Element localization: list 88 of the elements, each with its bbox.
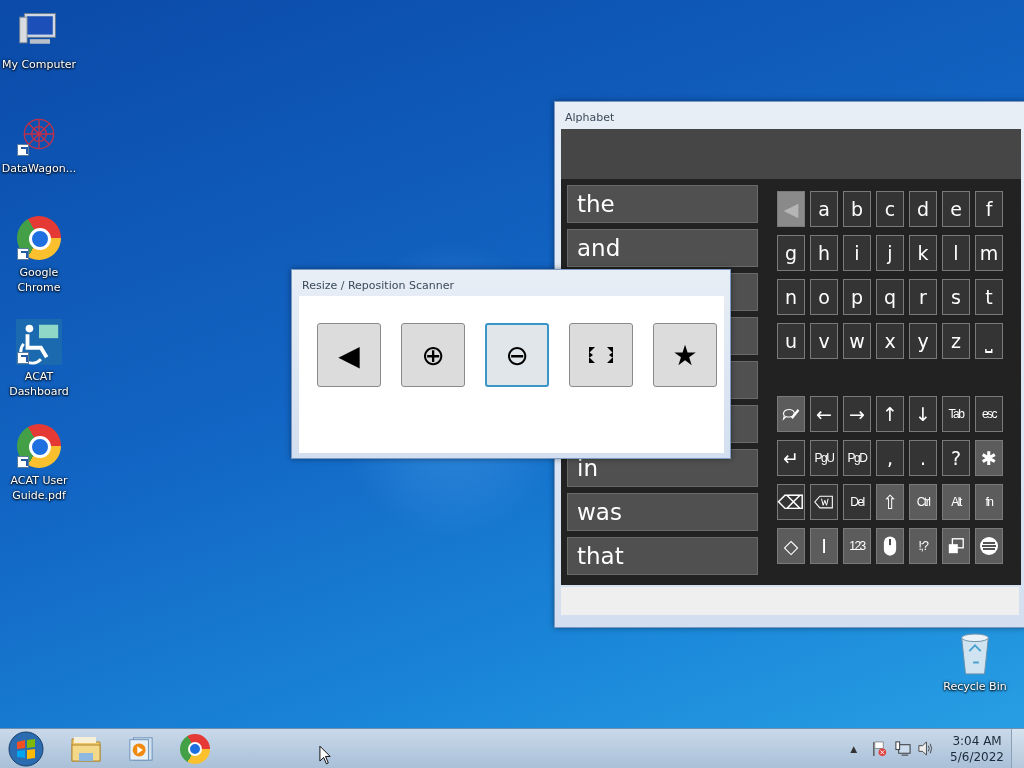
key[interactable]: Del — [843, 484, 871, 520]
key[interactable]: ⇧ — [876, 484, 904, 520]
key[interactable]: PgD — [843, 440, 871, 476]
key[interactable]: ⌫ — [777, 484, 805, 520]
key[interactable]: t — [975, 279, 1003, 315]
key[interactable]: v — [810, 323, 838, 359]
scanner-button[interactable]: ⊖ — [485, 323, 549, 387]
key[interactable]: ⎵ — [975, 323, 1003, 359]
key[interactable]: l — [942, 235, 970, 271]
network-icon[interactable] — [894, 740, 912, 757]
key[interactable]: Tab — [942, 396, 970, 432]
word-suggestion[interactable]: was — [567, 493, 758, 531]
key[interactable]: ← — [810, 396, 838, 432]
key[interactable]: PgU — [810, 440, 838, 476]
key[interactable] — [876, 528, 904, 564]
scanner-button[interactable] — [569, 323, 633, 387]
clock-time[interactable]: 3:04 AM — [952, 732, 1002, 749]
media-player-icon[interactable] — [128, 735, 154, 762]
cursor-icon — [319, 745, 332, 766]
word-suggestion[interactable]: that — [567, 537, 758, 575]
desktop-icon-label[interactable]: ACAT User Guide.pdf — [0, 473, 78, 503]
key[interactable] — [810, 484, 838, 520]
flag-icon[interactable] — [871, 740, 889, 757]
key[interactable]: a — [810, 191, 838, 227]
desktop-icon-label[interactable]: My Computer — [0, 57, 78, 72]
key[interactable]: , — [876, 440, 904, 476]
key[interactable]: p — [843, 279, 871, 315]
key[interactable]: j — [876, 235, 904, 271]
key[interactable]: ↵ — [777, 440, 805, 476]
window-title: Resize / Reposition Scanner — [302, 279, 454, 293]
scanner-button[interactable]: ⊕ — [401, 323, 465, 387]
show-hidden-icons-button[interactable]: ▲ — [850, 743, 858, 754]
key[interactable]: q — [876, 279, 904, 315]
key[interactable]: e — [942, 191, 970, 227]
key[interactable] — [975, 528, 1003, 564]
speaker-icon[interactable] — [917, 740, 935, 757]
fullscreen-icon — [589, 347, 613, 363]
key[interactable]: f — [975, 191, 1003, 227]
chrome-icon[interactable] — [180, 733, 210, 764]
key[interactable]: . — [909, 440, 937, 476]
key[interactable]: o — [810, 279, 838, 315]
key[interactable]: k — [909, 235, 937, 271]
key[interactable]: d — [909, 191, 937, 227]
menu-icon — [979, 536, 999, 556]
scanner-button[interactable]: ★ — [653, 323, 717, 387]
key[interactable]: 123 — [843, 528, 871, 564]
key[interactable]: I — [810, 528, 838, 564]
key[interactable]: !;? — [909, 528, 937, 564]
key[interactable]: esc — [975, 396, 1003, 432]
key[interactable]: ✱ — [975, 440, 1003, 476]
word-suggestion[interactable]: the — [567, 185, 758, 223]
key[interactable]: g — [777, 235, 805, 271]
key[interactable] — [777, 396, 805, 432]
key[interactable]: n — [777, 279, 805, 315]
key[interactable]: r — [909, 279, 937, 315]
window-title: Alphabet — [565, 111, 615, 125]
key[interactable]: ↓ — [909, 396, 937, 432]
key[interactable]: h — [810, 235, 838, 271]
key[interactable]: w — [843, 323, 871, 359]
key[interactable]: ◇ — [777, 528, 805, 564]
key[interactable]: u — [777, 323, 805, 359]
desktop-icon-label[interactable]: ACAT Dashboard — [0, 369, 78, 399]
key[interactable]: i — [843, 235, 871, 271]
key[interactable]: m — [975, 235, 1003, 271]
key[interactable]: ↑ — [876, 396, 904, 432]
key[interactable]: → — [843, 396, 871, 432]
key[interactable]: y — [909, 323, 937, 359]
chrome-icon[interactable] — [17, 424, 61, 468]
key[interactable]: fn — [975, 484, 1003, 520]
key[interactable]: Alt — [942, 484, 970, 520]
key[interactable]: ? — [942, 440, 970, 476]
key[interactable]: Ctrl — [909, 484, 937, 520]
word-suggestion[interactable]: and — [567, 229, 758, 267]
key[interactable]: x — [876, 323, 904, 359]
chrome-icon[interactable] — [17, 216, 61, 260]
clock-date[interactable]: 5/6/2022 — [950, 748, 1004, 765]
desktop-icon-label[interactable]: DataWagon... — [0, 161, 78, 176]
key[interactable]: b — [843, 191, 871, 227]
mouse-icon — [883, 535, 897, 557]
key[interactable] — [942, 528, 970, 564]
key[interactable]: s — [942, 279, 970, 315]
desktop-icon-label[interactable]: Google Chrome — [0, 265, 78, 295]
start-button[interactable] — [8, 730, 44, 767]
key[interactable]: c — [876, 191, 904, 227]
scanner-button[interactable]: ◀ — [317, 323, 381, 387]
windows-icon — [947, 537, 965, 555]
key[interactable]: z — [942, 323, 970, 359]
wheelchair-icon[interactable] — [16, 319, 62, 365]
